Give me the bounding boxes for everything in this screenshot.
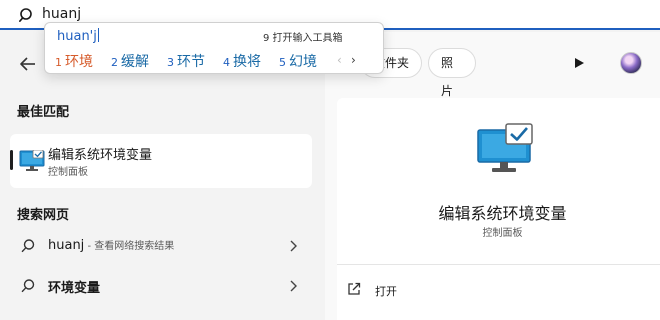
web-result-text: 环境变量 bbox=[48, 281, 101, 296]
ime-prev-page-icon[interactable]: ‹ bbox=[337, 53, 342, 67]
ime-candidate-window: huan'j 9 打开输入工具箱 1 环境 2 缓解 3 环节 4 换将 5 幻境 ‹ › bbox=[44, 22, 384, 74]
web-result-row[interactable]: 环境变量 bbox=[10, 270, 312, 302]
text-caret bbox=[97, 28, 99, 42]
ime-candidate-text: 环境 bbox=[65, 54, 93, 70]
search-input[interactable]: huanj bbox=[42, 6, 81, 22]
ime-candidate-index: 2 bbox=[111, 56, 118, 69]
user-avatar[interactable] bbox=[620, 52, 642, 74]
ime-candidate[interactable]: 4 换将 bbox=[223, 51, 261, 71]
web-result-suffix: - 查看网络搜索结果 bbox=[84, 241, 175, 252]
ime-candidate-text: 缓解 bbox=[121, 54, 149, 70]
ime-next-page-icon[interactable]: › bbox=[351, 53, 356, 67]
ime-composition-text: huan'j bbox=[57, 29, 97, 44]
ime-candidate[interactable]: 5 幻境 bbox=[279, 51, 317, 71]
open-label: 打开 bbox=[375, 285, 397, 298]
preview-title: 编辑系统环境变量 bbox=[438, 204, 567, 223]
filter-photos[interactable]: 照片 bbox=[428, 48, 476, 98]
best-match-subtitle: 控制面板 bbox=[48, 167, 88, 178]
web-result-query: huanj bbox=[48, 238, 85, 253]
ime-candidate-text: 环节 bbox=[177, 54, 205, 70]
selection-indicator bbox=[10, 150, 13, 170]
ime-candidate[interactable]: 3 环节 bbox=[167, 51, 205, 71]
monitor-check-icon bbox=[477, 123, 533, 172]
ime-candidate[interactable]: 2 缓解 bbox=[111, 51, 149, 71]
best-match-item[interactable]: 编辑系统环境变量 控制面板 bbox=[10, 134, 312, 188]
search-icon bbox=[18, 8, 32, 22]
search-icon bbox=[21, 279, 35, 293]
ime-candidate-list: 1 环境 2 缓解 3 环节 4 换将 5 幻境 bbox=[55, 51, 375, 71]
open-action[interactable]: 打开 bbox=[337, 276, 660, 304]
ime-composition: huan'j bbox=[57, 28, 99, 44]
best-match-heading: 最佳匹配 bbox=[17, 105, 70, 120]
chevron-right-icon bbox=[290, 280, 297, 292]
ime-candidate-text: 换将 bbox=[233, 54, 261, 70]
ime-toolbox-hint[interactable]: 9 打开输入工具箱 bbox=[263, 29, 343, 44]
monitor-check-icon bbox=[19, 150, 45, 171]
search-icon bbox=[21, 239, 35, 253]
divider bbox=[337, 264, 660, 265]
best-match-title: 编辑系统环境变量 bbox=[48, 148, 153, 163]
play-icon[interactable] bbox=[573, 57, 585, 69]
ime-candidate-index: 3 bbox=[167, 56, 174, 69]
ime-candidate-index: 4 bbox=[223, 56, 230, 69]
chevron-right-icon bbox=[290, 240, 297, 252]
web-result-text: huanj - 查看网络搜索结果 bbox=[48, 237, 174, 253]
ime-candidate-text: 幻境 bbox=[289, 54, 317, 70]
preview-subtitle: 控制面板 bbox=[482, 228, 523, 239]
back-arrow-icon[interactable] bbox=[18, 54, 38, 74]
ime-candidate-index: 5 bbox=[279, 56, 286, 69]
open-external-icon bbox=[348, 282, 361, 295]
ime-candidate-index: 1 bbox=[55, 56, 62, 69]
filter-photos-label: 照片 bbox=[441, 56, 454, 98]
ime-candidate[interactable]: 1 环境 bbox=[55, 51, 93, 71]
